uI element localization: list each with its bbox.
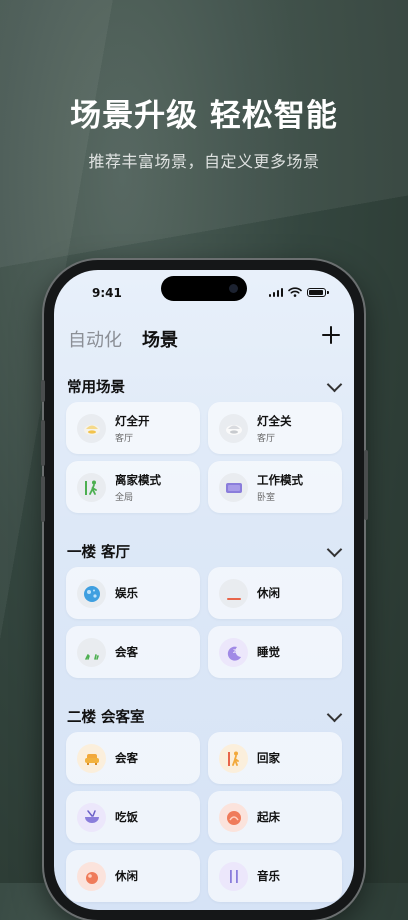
scene-name: 灯全关 <box>257 414 292 428</box>
relax-icon <box>77 862 106 891</box>
phone-power-button <box>364 450 368 520</box>
scene-card-dinner[interactable]: 吃饭 <box>66 791 200 843</box>
scene-name: 吃饭 <box>115 810 138 824</box>
scene-card-sleep[interactable]: z 睡觉 <box>208 626 342 678</box>
section-title: 常用场景 <box>67 380 125 396</box>
sunrise-icon <box>219 803 248 832</box>
section-title: 二楼 会客室 <box>67 710 145 726</box>
scene-name: 娱乐 <box>115 586 138 600</box>
svg-text:z: z <box>233 649 236 655</box>
moon-sleep-icon: z <box>219 638 248 667</box>
battery-icon <box>307 288 329 297</box>
scene-grid: 灯全开 客厅 灯全关 客厅 离家模式 全局 工作模式 卧室 <box>66 402 344 513</box>
chevron-down-icon[interactable] <box>326 706 343 723</box>
scene-name: 休闲 <box>257 586 280 600</box>
camera-icon <box>229 284 238 293</box>
scene-name: 灯全开 <box>115 414 150 428</box>
relax-icon <box>219 579 248 608</box>
scene-room: 卧室 <box>257 493 276 503</box>
scene-name: 休闲 <box>115 869 138 883</box>
scene-room: 客厅 <box>257 434 276 444</box>
chevron-down-icon[interactable] <box>326 541 343 558</box>
scene-card-music[interactable]: 音乐 <box>208 850 342 902</box>
scene-name: 睡觉 <box>257 645 280 659</box>
walking-person-icon <box>77 473 106 502</box>
cellular-signal-icon <box>268 287 283 297</box>
section-title: 一楼 客厅 <box>67 545 131 561</box>
phone-mute-button <box>41 380 45 402</box>
promo-headline: 场景升级 轻松智能 <box>70 98 338 134</box>
wifi-icon <box>288 287 302 297</box>
lamp-on-icon <box>77 414 106 443</box>
dynamic-island <box>161 276 247 301</box>
phone-volume-up-button <box>41 420 45 466</box>
scene-card-lights-off[interactable]: 灯全关 客厅 <box>208 402 342 454</box>
scene-card-away-mode[interactable]: 离家模式 全局 <box>66 461 200 513</box>
door-person-icon <box>219 744 248 773</box>
tab-scenes[interactable]: 场景 <box>142 326 178 352</box>
music-icon <box>219 862 248 891</box>
status-time: 9:41 <box>92 286 122 300</box>
scene-name: 会客 <box>115 645 138 659</box>
scene-card-leisure[interactable]: 休闲 <box>66 850 200 902</box>
add-scene-button[interactable] <box>320 324 342 346</box>
scene-name: 起床 <box>257 810 280 824</box>
scene-grid: 会客 回家 吃饭 起床 休闲 音乐 <box>66 732 344 902</box>
bowl-icon <box>77 803 106 832</box>
lamp-off-icon <box>219 414 248 443</box>
scene-card-guests[interactable]: 会客 <box>66 732 200 784</box>
tab-bar: 自动化 场景 <box>68 326 178 352</box>
scene-card-work-mode[interactable]: 工作模式 卧室 <box>208 461 342 513</box>
scene-grid: 娱乐 休闲 会客 z 睡觉 <box>66 567 344 678</box>
chevron-down-icon[interactable] <box>326 376 343 393</box>
scene-card-entertainment[interactable]: 娱乐 <box>66 567 200 619</box>
scene-card-lights-on[interactable]: 灯全开 客厅 <box>66 402 200 454</box>
promo-subline: 推荐丰富场景，自定义更多场景 <box>88 152 320 171</box>
scene-name: 离家模式 <box>115 473 161 487</box>
plant-icon <box>77 638 106 667</box>
scene-name: 工作模式 <box>257 473 303 487</box>
laptop-icon <box>219 473 248 502</box>
game-ball-icon <box>77 579 106 608</box>
phone-volume-down-button <box>41 476 45 522</box>
sofa-icon <box>77 744 106 773</box>
scene-card-leisure[interactable]: 休闲 <box>208 567 342 619</box>
tab-automation[interactable]: 自动化 <box>68 326 122 352</box>
scene-name: 回家 <box>257 751 280 765</box>
scene-name: 会客 <box>115 751 138 765</box>
scene-room: 客厅 <box>115 434 134 444</box>
phone-screen: 9:41 自动化 场景 常用场景 灯全开 客厅 灯全关 客厅 离家模式 全局 工… <box>54 270 354 910</box>
status-icons <box>268 287 329 297</box>
scene-card-wake-up[interactable]: 起床 <box>208 791 342 843</box>
scene-name: 音乐 <box>257 869 280 883</box>
scene-card-come-home[interactable]: 回家 <box>208 732 342 784</box>
scene-room: 全局 <box>115 493 134 503</box>
scene-card-guests[interactable]: 会客 <box>66 626 200 678</box>
